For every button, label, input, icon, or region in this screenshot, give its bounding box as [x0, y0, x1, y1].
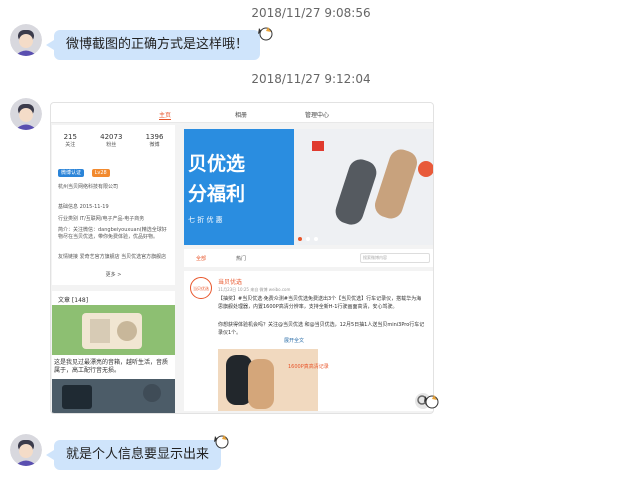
avatar[interactable]: [10, 434, 42, 466]
cat-sticker-icon: [424, 395, 439, 409]
post-text: 【抽奖】#当贝优选·免费众测#当贝优选免费送出3个【当贝优选】行车记录仪，搭载华…: [218, 296, 422, 310]
post-image-caption: 1600P真高清记录: [288, 364, 329, 370]
weibo-nav: 主页 相册 管理中心: [51, 103, 433, 123]
expand-link[interactable]: 展开全文: [284, 337, 304, 344]
post-avatar[interactable]: 当贝优选: [190, 277, 212, 299]
article-caption[interactable]: 这是我见过最漂亮的音箱，越听生活，音质属于，高工配行音无损。: [54, 359, 173, 375]
post-time: 11月23日 10:25 来自 微博 weibo.com: [218, 287, 291, 292]
articles-panel: 文章 [148] 这是我见过最漂亮的音箱，越听生活，音质属于，高工配行音无损。: [52, 291, 175, 413]
banner-promo: 贝优选 分福利 七 折 优 惠: [184, 129, 294, 245]
nav-home: 主页: [159, 112, 172, 120]
stat-fans: 42073 粉丝: [100, 133, 123, 148]
message-bubble[interactable]: 就是个人信息要显示出来: [45, 440, 222, 470]
avatar[interactable]: [10, 24, 42, 56]
company-name: 杭州当贝网络科技有限公司: [58, 184, 119, 190]
avatar-image: [10, 24, 42, 56]
info-line-3: 简介：关注微信：dangbeiyouxuan(精选全球好物尽在当贝优选，带你免费…: [58, 227, 167, 240]
nav-manage: 管理中心: [305, 112, 330, 119]
cat-sticker-icon: [258, 27, 273, 41]
dashcam-photo: [294, 129, 433, 245]
banner[interactable]: 贝优选 分福利 七 折 优 惠: [184, 129, 433, 245]
avatar-image: [10, 98, 42, 130]
screenshot-image[interactable]: 主页 相册 管理中心 215 关注 42073 粉丝 1396 微博 微博认证 …: [50, 102, 434, 414]
tab-all[interactable]: 全部: [196, 255, 206, 262]
info-line-1: 基础信息 2015-11-19: [58, 204, 109, 210]
articles-title: 文章 [148]: [58, 297, 89, 304]
feed-tabs: 全部 热门 搜索微博内容: [184, 249, 433, 267]
avatar-image: [10, 434, 42, 466]
avatar[interactable]: [10, 98, 42, 130]
info-line-2: 行业类别 IT/互联网/电子产品-电子商务: [58, 216, 145, 222]
verified-badge: 微博认证 Lv28: [58, 169, 110, 177]
article-photo: [52, 379, 175, 413]
post-text-2: 你想获得体验机会吗？关注@当贝优选 和@当贝优选，12月5日抽1人送当贝mini…: [218, 322, 425, 336]
message-text: 微博截图的正确方式是这样哦！: [66, 37, 249, 52]
tab-hot[interactable]: 热门: [236, 255, 246, 262]
info-line-4: 友情链接 爱奇艺官方旗舰店 当贝优选官方旗舰店: [58, 254, 167, 260]
search-input[interactable]: 搜索微博内容: [360, 253, 430, 263]
post-user[interactable]: 当贝优选: [218, 277, 242, 286]
timestamp-2: 2018/11/27 9:12:04: [251, 72, 371, 86]
carousel-dots[interactable]: [298, 237, 318, 241]
nav-album: 相册: [235, 112, 248, 119]
message-text: 就是个人信息要显示出来: [66, 447, 210, 462]
timestamp-1: 2018/11/27 9:08:56: [251, 6, 371, 20]
weibo-post: 当贝优选 当贝优选 11月23日 10:25 来自 微博 weibo.com 【…: [184, 271, 433, 411]
stat-posts: 1396 微博: [145, 133, 164, 148]
message-bubble[interactable]: 微博截图的正确方式是这样哦！: [45, 30, 261, 60]
speaker-photo: [52, 305, 175, 355]
profile-panel: 215 关注 42073 粉丝 1396 微博 微博认证 Lv28 杭州当贝网络…: [52, 125, 175, 285]
profile-stats: 215 关注 42073 粉丝 1396 微博: [52, 133, 175, 155]
cat-sticker-icon: [214, 435, 229, 449]
more-link[interactable]: 更多 >: [52, 271, 175, 278]
stat-follow: 215 关注: [63, 133, 77, 148]
post-image[interactable]: [218, 349, 318, 411]
